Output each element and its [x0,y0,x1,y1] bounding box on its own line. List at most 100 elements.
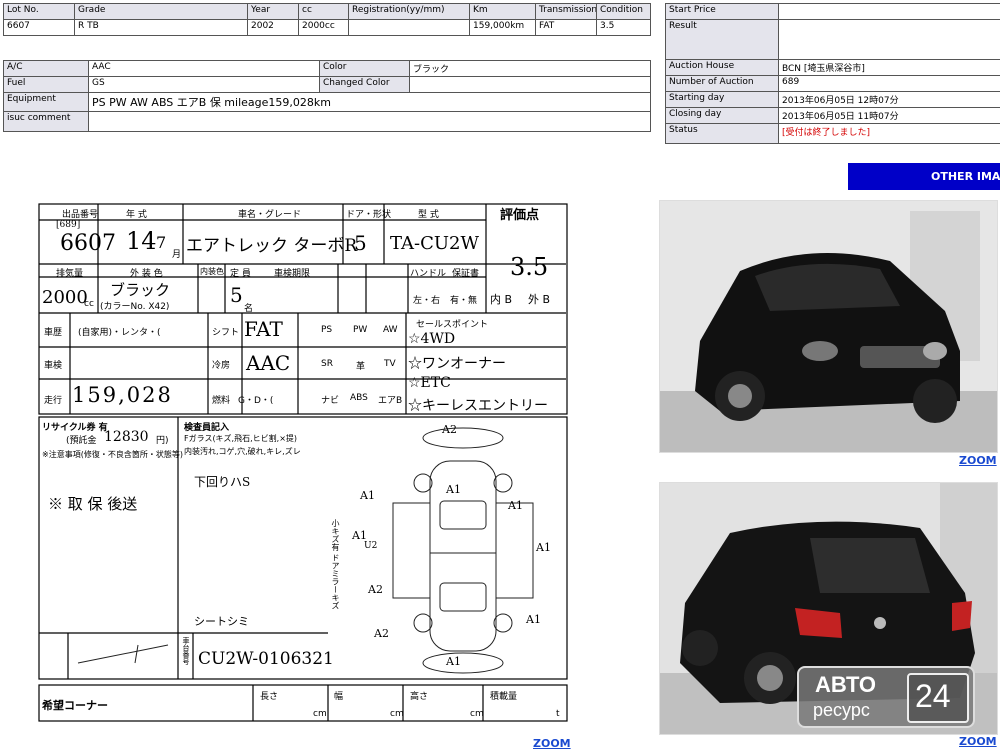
sheet-damage-2: A1 [446,483,461,496]
car-photo-front[interactable] [659,200,998,453]
sheet-equip-ps: PS [321,325,333,335]
color-label: Color [319,60,410,77]
color-value: ブラック [409,60,651,77]
sheet-h-cc: 排気量 [56,269,84,279]
sheet-notes-label: ※注意事項(修復・不良含箇所・状態等) [42,450,183,459]
sheet-sales-point-4: ☆キーレスエントリー [408,398,548,414]
sheet-mileage: 159,028 [72,383,173,407]
sheet-sales-point-2: ☆ワンオーナー [408,356,506,372]
sheet-note-handwritten: ※ 取 保 後送 [48,495,138,513]
sheet-sales-point-1: ☆4WD [408,331,456,347]
sheet-row-mileage: 走行 [44,396,63,406]
sheet-equip-sr: SR [321,359,333,369]
sheet-h-model: 型 式 [418,210,439,220]
sheet-h-cap: 定 員 [230,269,251,279]
sheet-cc-unit: cc [84,299,94,309]
equipment-value: PS PW AW ABS エアB 保 mileage159,028km [88,92,651,112]
fuel-value: GS [88,76,320,93]
starting-day-label: Starting day [665,91,779,108]
watermark-number-box: 24 [907,673,969,723]
sheet-equip-tv: TV [384,359,396,369]
sheet-h-handle: ハンドル [410,269,447,279]
sheet-cc: 2000 [42,287,88,308]
sheet-h-inside: 内装色 [200,267,224,276]
sheet-load-unit: t [556,709,560,719]
header-cc: cc [298,3,349,20]
sheet-lot-small: [689] [56,220,81,230]
sheet-damage-8: A2 [368,583,383,596]
sheet-load-label: 積載量 [490,692,518,702]
sheet-side-label: 小キズ有 ドアミラーキズ [331,519,340,610]
sheet-score: 3.5 [510,253,549,281]
sheet-month: 7 [156,233,167,252]
status-value: [受付は終了しました] [778,123,1000,144]
auction-number-label: Number of Auction [665,75,779,92]
sheet-row-shift: シフト [212,328,240,338]
comment-label: isuc comment [3,111,89,132]
sheet-recycle-fee: 12830 [104,429,149,445]
sheet-row-check: 車検 [44,361,63,371]
sheet-inspector-label: 検査員記入 [184,423,230,433]
sheet-damage-1: A2 [442,423,457,436]
zoom-link-front[interactable]: ZOOM [959,454,997,467]
zoom-link-rear[interactable]: ZOOM [959,735,997,748]
watermark-logo: АВТО ресурс 24 [797,666,975,728]
sheet-h-year: 年 式 [126,210,147,220]
sheet-handle: 左・右 [413,296,441,306]
header-lot-no: Lot No. [3,3,75,20]
sheet-damage-9: A2 [374,627,389,640]
sheet-h-warranty: 保証書 [452,269,480,279]
value-cc: 2000cc [298,19,349,36]
sheet-equip-abs: ABS [350,393,368,403]
sheet-capacity-unit: 名 [244,304,254,314]
comment-value [88,111,651,132]
sheet-history-value: (自家用)・レンタ・( [78,328,161,338]
value-grade: R TB [74,19,248,36]
zoom-link-sheet[interactable]: ZOOM [533,737,571,750]
sheet-damage-10: A1 [508,499,523,512]
header-condition: Condition [596,3,651,20]
sheet-equip-navi: ナビ [321,396,340,406]
sheet-length-label: 長さ [260,692,279,702]
sheet-recycle-unit: 円) [156,436,169,446]
sheet-vin-label: 車台番号 [182,637,190,665]
ac-label: A/C [3,60,89,77]
sheet-wish-label: 希望コーナー [42,699,108,712]
sheet-vin: CU2W-0106321 [198,649,334,669]
sheet-equip-airbag: エアB [378,396,403,406]
sheet-lot: 6607 [60,231,116,256]
sheet-damage-3: A1 [360,489,375,502]
sheet-width-unit: cm [390,709,404,719]
sheet-ac: AAC [246,351,291,375]
auction-number-value: 689 [778,75,1000,92]
auction-house-label: Auction House [665,59,779,76]
sheet-inspector-line-3: 下回りハS [194,475,251,489]
auction-sheet-image[interactable]: 出品番号 年 式 車名・グレード ドア・形状 型 式 評価点 [689] 660… [38,203,568,723]
sheet-exterior: 外 B [528,293,551,306]
sheet-length-unit: cm [313,709,327,719]
status-label: Status [665,123,779,144]
sheet-h-validity: 車検期限 [274,269,311,279]
sheet-sales-header: セールスポイント [416,320,489,330]
sheet-capacity: 5 [230,283,243,307]
lot-info-table: Lot No. Grade Year cc Registration(yy/mm… [3,3,651,36]
sheet-height-label: 高さ [410,692,429,702]
sheet-recycle-fee-label: (預託金 [66,436,97,446]
sheet-inspector-line-1: Fガラス(キズ,飛石,ヒビ割,×提) [184,434,298,443]
header-grade: Grade [74,3,248,20]
value-km: 159,000km [469,19,536,36]
car-front-illustration [660,201,997,452]
value-condition: 3.5 [596,19,651,36]
sheet-h-door: ドア・形状 [346,210,392,220]
changed-color-label: Changed Color [319,76,410,93]
sheet-shift: FAT [244,317,283,341]
value-registration [348,19,470,36]
other-images-button[interactable]: OTHER IMAGES [848,163,1000,190]
sheet-height-unit: cm [470,709,484,719]
auction-info-table: Start Price Result Auction House BCN [埼玉… [665,3,1000,144]
sheet-row-ac: 冷房 [212,361,231,371]
equipment-label: Equipment [3,92,89,112]
sheet-fuel: G・D・( [238,396,274,406]
header-km: Km [469,3,536,20]
closing-day-label: Closing day [665,107,779,124]
